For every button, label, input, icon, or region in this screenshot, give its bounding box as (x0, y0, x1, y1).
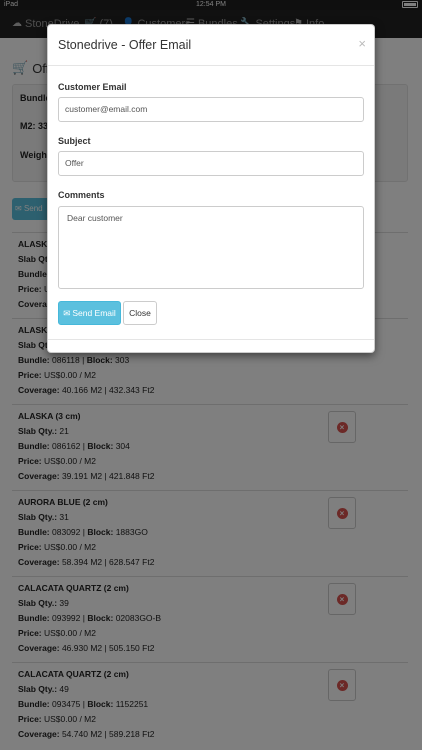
close-icon[interactable]: × (358, 36, 366, 51)
modal-title: Stonedrive - Offer Email (58, 38, 192, 52)
subject-field[interactable]: Offer (58, 151, 364, 176)
comments-label: Comments (58, 190, 105, 200)
envelope-icon: ✉ (63, 307, 71, 318)
subject-label: Subject (58, 136, 91, 146)
close-button[interactable]: Close (123, 301, 157, 325)
customer-email-label: Customer Email (58, 82, 127, 92)
offer-email-modal: Stonedrive - Offer Email × Customer Emai… (47, 24, 375, 353)
send-email-label: Send Email (72, 308, 116, 318)
comments-textarea[interactable]: Dear customer (58, 206, 364, 289)
send-email-button[interactable]: ✉ Send Email (58, 301, 121, 325)
modal-footer-divider (48, 339, 374, 340)
modal-header: Stonedrive - Offer Email × (48, 25, 374, 66)
customer-email-field[interactable]: customer@email.com (58, 97, 364, 122)
